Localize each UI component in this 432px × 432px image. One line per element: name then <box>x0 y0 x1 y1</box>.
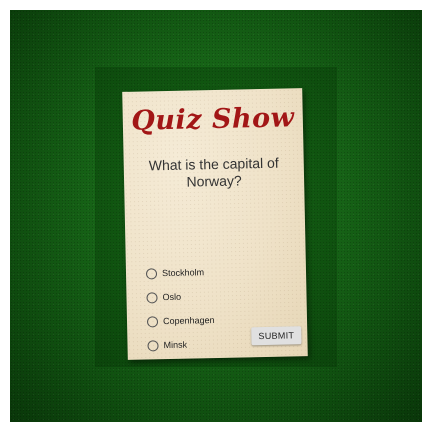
quiz-card: Quiz Show What is the capital of Norway?… <box>122 88 308 360</box>
answer-label: Oslo <box>162 291 182 303</box>
radio-button-icon[interactable] <box>146 315 159 327</box>
question-text: What is the capital of Norway? <box>148 154 279 190</box>
answer-option-minsk[interactable]: Minsk <box>147 332 215 357</box>
radio-button-icon[interactable] <box>146 291 158 303</box>
game-table-background: Quiz Show What is the capital of Norway?… <box>10 10 422 422</box>
radio-button-icon[interactable] <box>147 339 159 351</box>
answer-options: Stockholm Oslo Copenhagen Minsk <box>145 260 216 357</box>
answer-label: Stockholm <box>161 267 205 279</box>
quiz-title: Quiz Show <box>130 102 295 137</box>
answer-option-oslo[interactable]: Oslo <box>146 284 214 309</box>
answer-label: Minsk <box>163 339 188 351</box>
submit-button[interactable]: SUBMIT <box>251 326 302 346</box>
radio-button-icon[interactable] <box>145 267 158 279</box>
answer-option-stockholm[interactable]: Stockholm <box>145 260 214 285</box>
answer-option-copenhagen[interactable]: Copenhagen <box>146 308 215 333</box>
answer-label: Copenhagen <box>162 315 215 327</box>
